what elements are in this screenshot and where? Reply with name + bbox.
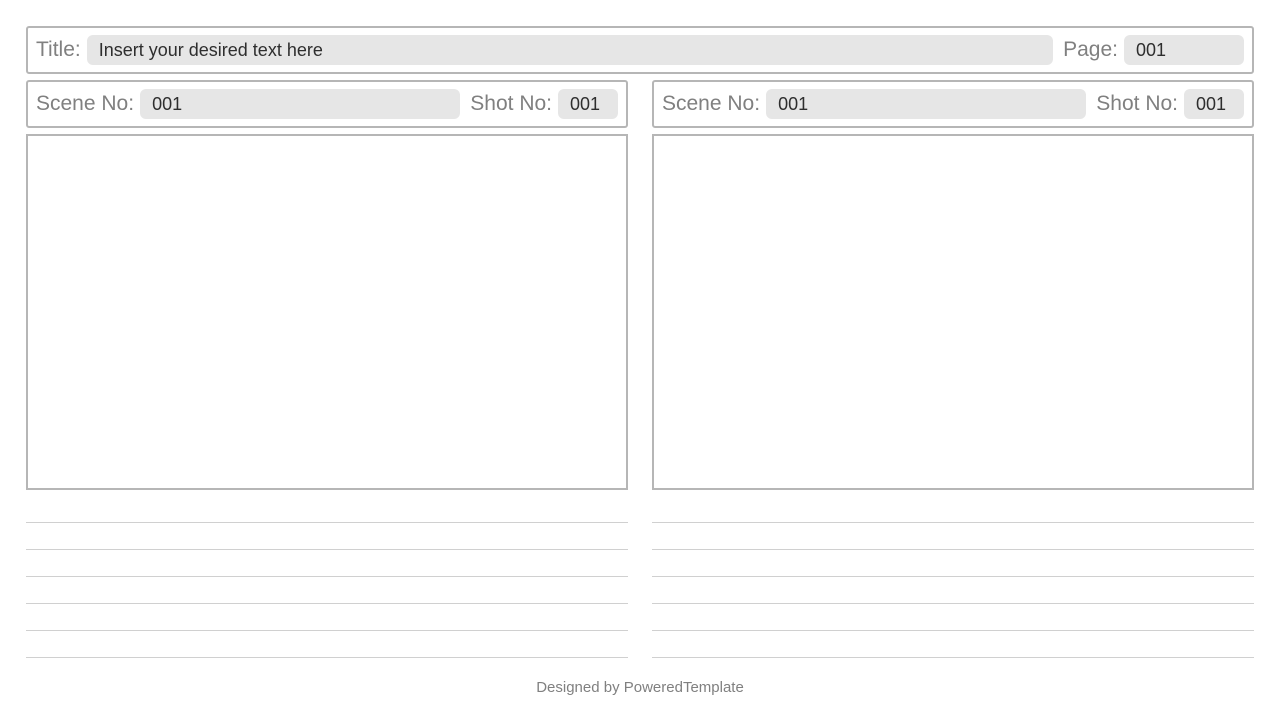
header-bar: Title: Insert your desired text here Pag…: [26, 26, 1254, 74]
shot-input[interactable]: 001: [558, 89, 618, 119]
rule-line[interactable]: [26, 549, 628, 576]
scene-input[interactable]: 001: [766, 89, 1086, 119]
rule-line[interactable]: [652, 603, 1254, 630]
rule-line[interactable]: [652, 630, 1254, 657]
scene-label: Scene No:: [36, 92, 134, 116]
scene-input[interactable]: 001: [140, 89, 460, 119]
shot-label: Shot No:: [470, 92, 552, 116]
title-input[interactable]: Insert your desired text here: [87, 35, 1053, 65]
scene-label: Scene No:: [662, 92, 760, 116]
rule-line[interactable]: [26, 630, 628, 657]
rule-line[interactable]: [652, 576, 1254, 603]
storyboard-frame-right[interactable]: [652, 134, 1254, 490]
storyboard-frame-left[interactable]: [26, 134, 628, 490]
rule-line[interactable]: [26, 576, 628, 603]
scene-bar-left: Scene No: 001 Shot No: 001: [26, 80, 628, 128]
shot-label: Shot No:: [1096, 92, 1178, 116]
rule-line[interactable]: [26, 603, 628, 630]
rule-line[interactable]: [652, 549, 1254, 576]
rule-line[interactable]: [652, 522, 1254, 549]
page-input[interactable]: 001: [1124, 35, 1244, 65]
rule-line[interactable]: [26, 522, 628, 549]
page-label: Page:: [1063, 38, 1118, 62]
note-lines-left: [26, 522, 628, 684]
footer-credit: Designed by PoweredTemplate: [0, 679, 1280, 696]
scene-bar-right: Scene No: 001 Shot No: 001: [652, 80, 1254, 128]
title-label: Title:: [36, 38, 81, 62]
note-lines-right: [652, 522, 1254, 684]
shot-input[interactable]: 001: [1184, 89, 1244, 119]
